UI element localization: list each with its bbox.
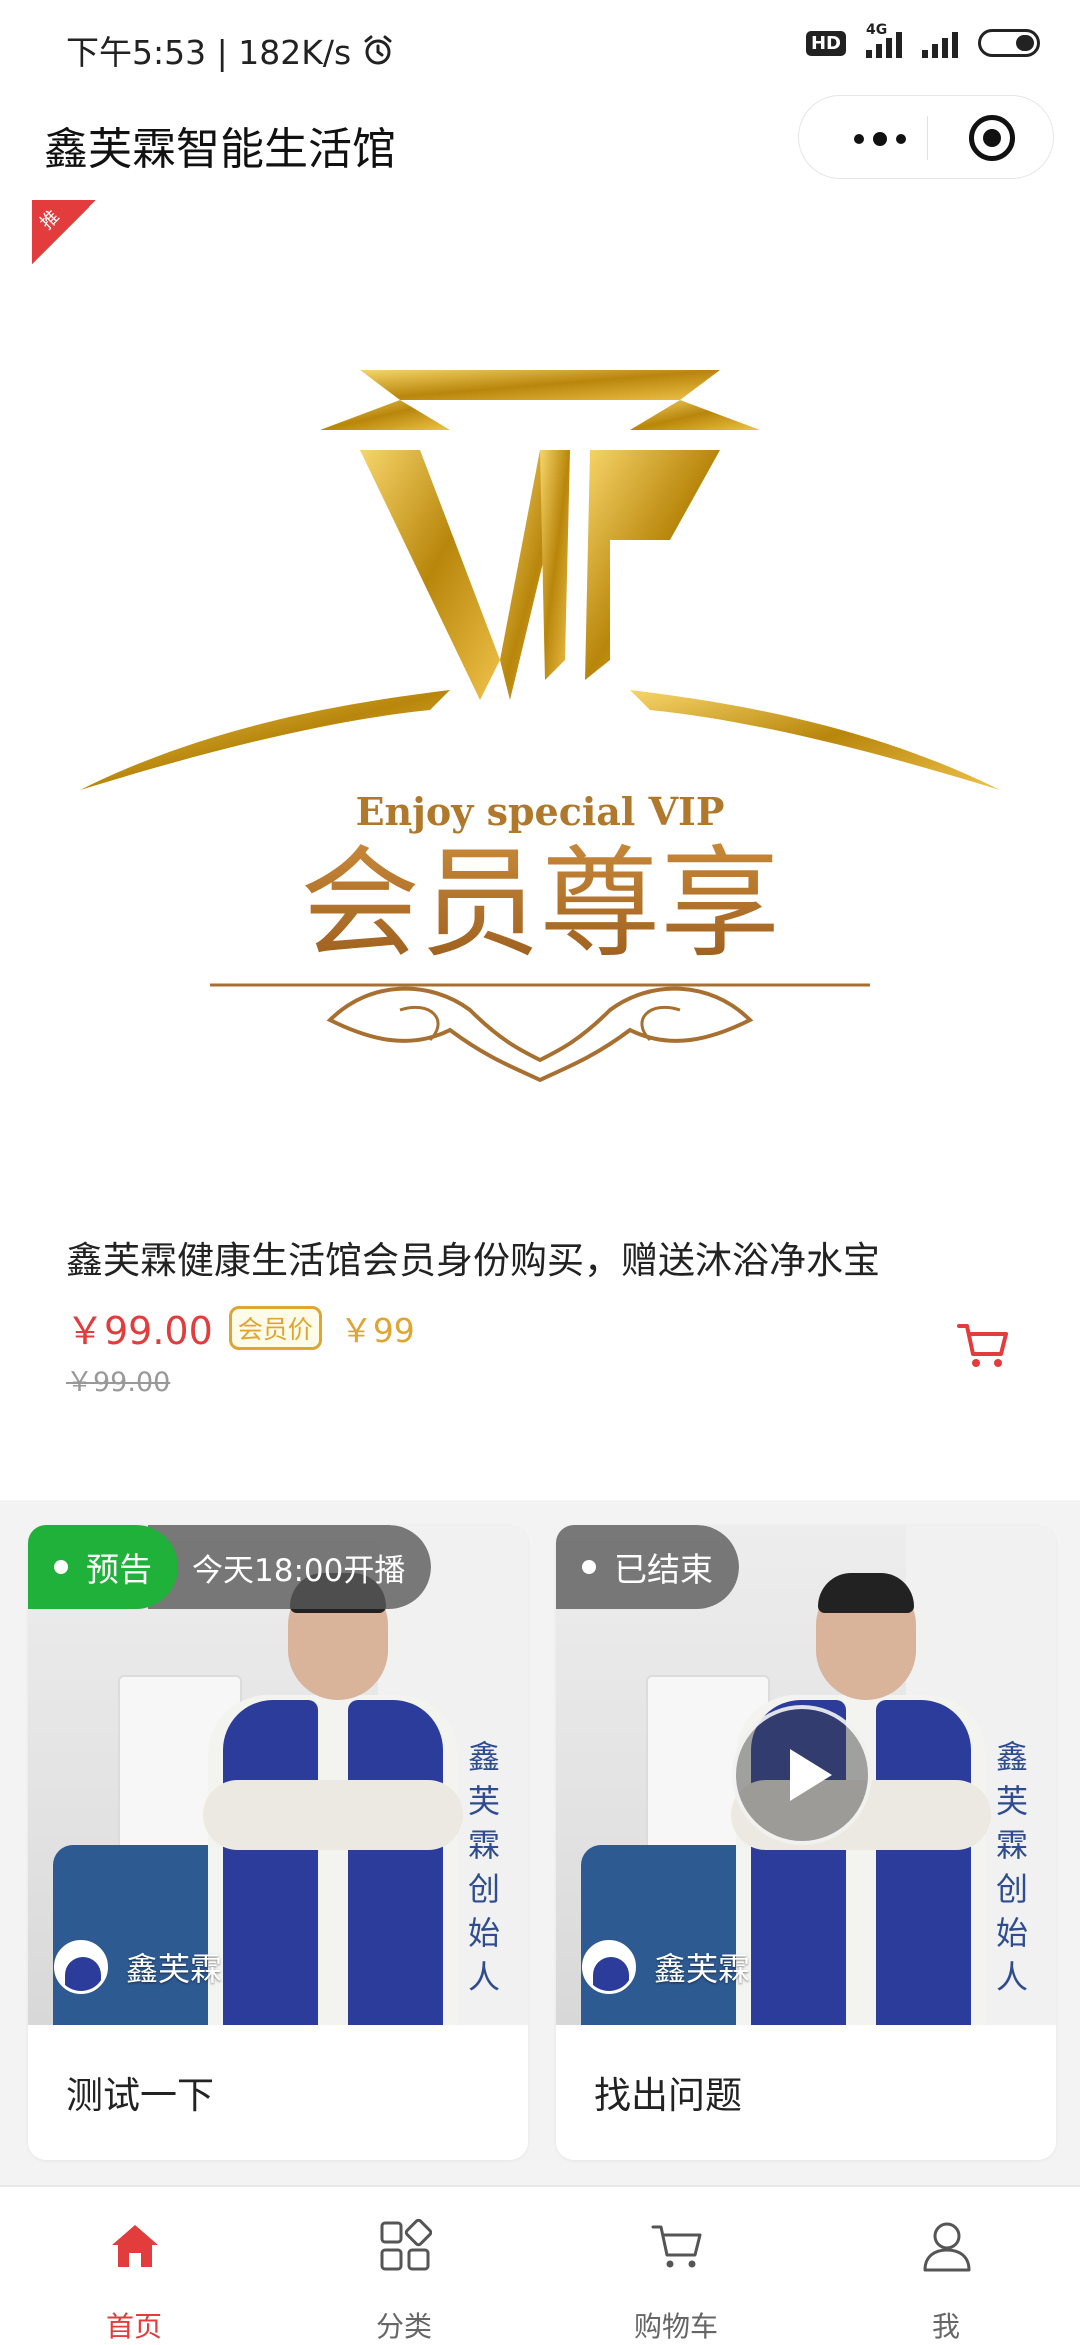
mini-program-capsule xyxy=(798,95,1054,179)
status-dot-icon xyxy=(582,1560,596,1574)
page-title: 鑫芙霖智能生活馆 xyxy=(44,124,396,175)
tab-category[interactable]: 分类 xyxy=(304,2187,504,2343)
live-status-text: 已结束 xyxy=(614,1550,713,1589)
avatar xyxy=(582,1940,636,1994)
vip-title-text: 会员尊享 xyxy=(300,835,780,974)
status-time: 下午5:53 | 182K/s xyxy=(66,26,395,74)
live-status-pill: 已结束 xyxy=(556,1525,739,1609)
product-price: ￥99.00 xyxy=(66,1309,213,1353)
capsule-divider xyxy=(927,116,928,160)
status-bar: 下午5:53 | 182K/s HD 4G xyxy=(0,0,1080,95)
recommend-corner-badge: 推 xyxy=(32,200,96,264)
tab-me[interactable]: 我 xyxy=(846,2187,1046,2343)
signal-icon xyxy=(922,28,958,58)
corner-badge-text: 推 xyxy=(36,206,64,234)
avatar xyxy=(54,1940,108,1994)
status-dot-icon xyxy=(54,1560,68,1574)
live-start-time: 今天18:00开播 xyxy=(148,1525,432,1609)
host-name: 鑫芙霖 xyxy=(654,1950,751,1988)
signal-4g-icon: 4G xyxy=(866,22,902,58)
member-price-badge: 会员价 xyxy=(228,1305,322,1350)
bottom-tab-bar: 首页 分类 购物车 我 xyxy=(0,2185,1080,2343)
tab-label: 我 xyxy=(931,2310,960,2343)
vip-banner-image: Enjoy special VIP 会员尊享 xyxy=(80,370,1000,1083)
close-mini-program-button[interactable] xyxy=(969,115,1015,161)
more-menu-button[interactable] xyxy=(835,124,925,154)
live-card[interactable]: 鑫芙霖创始人 鑫芙霖 预告 今天18:00开播 测试一下 xyxy=(28,1525,528,2160)
status-indicators: HD 4G xyxy=(805,22,1040,58)
live-section: 鑫芙霖创始人 鑫芙霖 预告 今天18:00开播 测试一下 鑫芙霖 创 始 人 鑫… xyxy=(0,1500,1080,2190)
live-status-pill: 预告 今天18:00开播 xyxy=(28,1525,432,1609)
member-price: ￥99 xyxy=(339,1310,415,1350)
live-status-badge: 已结束 xyxy=(556,1525,739,1609)
host-info: 鑫芙霖 xyxy=(54,1940,222,1994)
hd-badge: HD xyxy=(805,30,846,56)
cart-icon xyxy=(651,2225,702,2268)
price-row: ￥99.00 会员价 ￥99 xyxy=(66,1300,415,1355)
calligraphy-decoration: 鑫芙霖创始人 xyxy=(468,1738,501,1996)
live-title[interactable]: 测试一下 xyxy=(66,2065,214,2119)
vip-subtitle-text: Enjoy special VIP xyxy=(356,789,725,834)
tab-home[interactable]: 首页 xyxy=(34,2187,234,2343)
battery-icon xyxy=(978,29,1040,57)
tab-label: 购物车 xyxy=(633,2310,718,2343)
nav-bar: 鑫芙霖智能生活馆 xyxy=(0,95,1080,195)
add-to-cart-icon[interactable] xyxy=(956,1320,1010,1370)
host-info: 鑫芙霖 xyxy=(582,1940,750,1994)
original-price: ￥99.00 xyxy=(66,1367,171,1398)
tab-label: 首页 xyxy=(105,2310,162,2343)
home-icon xyxy=(112,2225,158,2267)
network-type: 4G xyxy=(866,22,888,38)
host-name: 鑫芙霖 xyxy=(126,1950,223,1988)
tab-label: 分类 xyxy=(375,2310,432,2343)
live-card[interactable]: 鑫芙霖创始人 鑫芙霖 已结束 找出问题 xyxy=(556,1525,1056,2160)
user-icon xyxy=(923,2222,971,2272)
live-status-badge: 预告 xyxy=(28,1525,178,1609)
tab-cart[interactable]: 购物车 xyxy=(576,2187,776,2343)
live-title[interactable]: 找出问题 xyxy=(594,2065,742,2119)
category-icon xyxy=(380,2219,432,2271)
alarm-icon xyxy=(364,35,392,65)
calligraphy-decoration: 鑫芙霖创始人 xyxy=(996,1738,1029,1996)
product-title[interactable]: 鑫芙霖健康生活馆会员身份购买，赠送沐浴净水宝 xyxy=(66,1230,880,1284)
live-status-text: 预告 xyxy=(86,1550,152,1589)
play-icon[interactable] xyxy=(732,1705,872,1845)
time-speed-text: 下午5:53 | 182K/s xyxy=(66,33,352,72)
product-card[interactable]: 推 Enjoy special VIP 会员尊享 鑫芙霖健康生活馆会员身份购买，… xyxy=(0,200,1080,1495)
